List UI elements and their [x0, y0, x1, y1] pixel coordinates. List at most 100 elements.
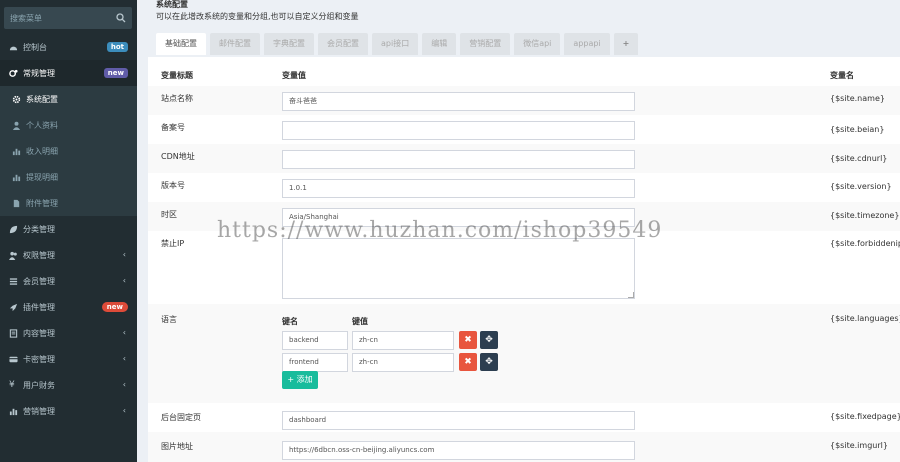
- row-label: 版本号: [161, 181, 185, 190]
- watermark: https://www.huzhan.com/ishop39549: [217, 218, 663, 243]
- row-label: 备案号: [161, 123, 185, 132]
- table-row: 站点名称 奋斗爸爸 {$site.name}: [148, 86, 900, 115]
- add-language-button[interactable]: + 添加: [282, 371, 318, 389]
- book-icon: [9, 328, 18, 338]
- chevron-left-icon: ‹: [122, 250, 126, 259]
- gear-icon: [12, 95, 21, 103]
- language-key-input[interactable]: frontend: [282, 353, 348, 372]
- sidebar-item-label: 权限管理: [23, 250, 55, 260]
- chevron-left-icon: ‹: [122, 276, 126, 285]
- table-row: 语言 键名 键值 backend zh-cn ✖ ✥ frontend zh-c…: [148, 304, 900, 403]
- row-variable: {$site.forbiddenip}: [830, 239, 900, 248]
- tab-dictionary[interactable]: 字典配置: [264, 33, 314, 55]
- row-variable: {$site.version}: [830, 182, 892, 191]
- sidebar-item-cards[interactable]: 卡密管理 ‹: [0, 346, 137, 372]
- sidebar-item-marketing[interactable]: 营销管理 ‹: [0, 398, 137, 424]
- sidebar-item-label: 内容管理: [23, 328, 55, 338]
- page-title: 系统配置: [156, 0, 188, 9]
- column-header-name: 变量名: [830, 71, 854, 80]
- row-label: 语言: [161, 315, 177, 324]
- row-variable: {$site.name}: [830, 94, 885, 103]
- sidebar-search: [4, 7, 132, 29]
- fixed-page-input[interactable]: dashboard: [282, 411, 635, 430]
- sidebar-item-label: 用户财务: [23, 380, 55, 390]
- language-value-input[interactable]: zh-cn: [352, 353, 454, 372]
- sidebar-item-withdraw[interactable]: 提现明细: [0, 164, 137, 190]
- file-icon: [13, 199, 20, 207]
- cdn-url-input[interactable]: [282, 150, 635, 169]
- row-variable: {$site.timezone}: [830, 211, 900, 220]
- sidebar-item-dashboard[interactable]: 控制台 hot: [0, 34, 137, 60]
- sidebar-item-profile[interactable]: 个人资料: [0, 112, 137, 138]
- sidebar-item-label: 提现明细: [26, 172, 58, 182]
- row-label: 图片地址: [161, 442, 193, 451]
- row-label: 后台固定页: [161, 413, 201, 422]
- language-value-input[interactable]: zh-cn: [352, 331, 454, 350]
- sidebar-item-members[interactable]: 会员管理 ‹: [0, 268, 137, 294]
- delete-button[interactable]: ✖: [459, 353, 477, 371]
- chevron-left-icon: ‹: [122, 328, 126, 337]
- version-input[interactable]: 1.0.1: [282, 179, 635, 198]
- row-label: 禁止IP: [161, 239, 185, 248]
- config-tabs: 基础配置 邮件配置 字典配置 会员配置 api接口 编辑 营销配置 微信api …: [156, 33, 642, 55]
- add-tab-button[interactable]: +: [613, 33, 639, 55]
- row-label: 时区: [161, 210, 177, 219]
- language-key-input[interactable]: backend: [282, 331, 348, 350]
- sidebar-item-general[interactable]: 常规管理 new: [0, 60, 137, 86]
- search-input[interactable]: [10, 7, 110, 29]
- sidebar-item-label: 营销管理: [23, 406, 55, 416]
- forbidden-ip-textarea[interactable]: [282, 238, 635, 299]
- drag-button[interactable]: ✥: [480, 331, 498, 349]
- page-description: 可以在此增改系统的变量和分组,也可以自定义分组和变量: [156, 12, 359, 21]
- tab-email[interactable]: 邮件配置: [210, 33, 260, 55]
- chevron-left-icon: ‹: [122, 380, 126, 389]
- drag-button[interactable]: ✥: [480, 353, 498, 371]
- tab-basic[interactable]: 基础配置: [156, 33, 206, 55]
- tab-appapi[interactable]: appapi: [564, 33, 610, 55]
- card-icon: [9, 356, 18, 362]
- cogs-icon: [9, 69, 18, 77]
- table-row: 后台固定页 dashboard {$site.fixedpage}: [148, 403, 900, 432]
- sidebar-item-auth[interactable]: 权限管理 ‹: [0, 242, 137, 268]
- sidebar-item-label: 个人资料: [26, 120, 58, 130]
- sidebar-item-content[interactable]: 内容管理 ‹: [0, 320, 137, 346]
- key-header: 键名: [282, 317, 298, 326]
- sidebar-item-label: 常规管理: [23, 68, 55, 78]
- resize-handle-icon[interactable]: [628, 292, 634, 298]
- sidebar-item-label: 分类管理: [23, 224, 55, 234]
- tab-edit[interactable]: 编辑: [422, 33, 457, 55]
- table-row: 图片地址 https://6dbcn.oss-cn-beijing.aliyun…: [148, 432, 900, 462]
- image-url-input[interactable]: https://6dbcn.oss-cn-beijing.aliyuncs.co…: [282, 441, 635, 460]
- tab-wechat-api[interactable]: 微信api: [514, 33, 561, 55]
- site-name-input[interactable]: 奋斗爸爸: [282, 92, 635, 111]
- value-header: 键值: [352, 317, 368, 326]
- delete-button[interactable]: ✖: [459, 331, 477, 349]
- column-header-value: 变量值: [282, 71, 306, 80]
- yen-icon: ¥: [9, 379, 15, 390]
- row-variable: {$site.cdnurl}: [830, 154, 888, 163]
- sidebar-item-finance[interactable]: ¥ 用户财务 ‹: [0, 372, 137, 398]
- sidebar-item-label: 会员管理: [23, 276, 55, 286]
- search-icon[interactable]: [116, 13, 126, 23]
- chevron-left-icon: ‹: [122, 406, 126, 415]
- table-row: 备案号 {$site.beian}: [148, 115, 900, 144]
- beian-input[interactable]: [282, 121, 635, 140]
- sidebar-menu: 控制台 hot 常规管理 new 系统配置 个人资料 收入明细 提现明细 附件管…: [0, 34, 137, 424]
- column-header-title: 变量标题: [161, 71, 193, 80]
- row-label: 站点名称: [161, 94, 193, 103]
- sidebar-item-category[interactable]: 分类管理: [0, 216, 137, 242]
- group-icon: [9, 251, 17, 260]
- tab-member[interactable]: 会员配置: [318, 33, 368, 55]
- sidebar-item-label: 控制台: [23, 42, 47, 52]
- sidebar-item-attachment[interactable]: 附件管理: [0, 190, 137, 216]
- tab-api[interactable]: api接口: [372, 33, 419, 55]
- bar-chart-icon: [12, 148, 21, 155]
- tab-marketing[interactable]: 营销配置: [460, 33, 511, 55]
- sidebar: 控制台 hot 常规管理 new 系统配置 个人资料 收入明细 提现明细 附件管…: [0, 0, 137, 462]
- sidebar-item-income[interactable]: 收入明细: [0, 138, 137, 164]
- rocket-icon: [9, 303, 18, 311]
- row-variable: {$site.languages}: [830, 314, 900, 323]
- sidebar-item-plugins[interactable]: 插件管理 new: [0, 294, 137, 320]
- sidebar-item-system-config[interactable]: 系统配置: [0, 86, 137, 112]
- sidebar-item-label: 收入明细: [26, 146, 58, 156]
